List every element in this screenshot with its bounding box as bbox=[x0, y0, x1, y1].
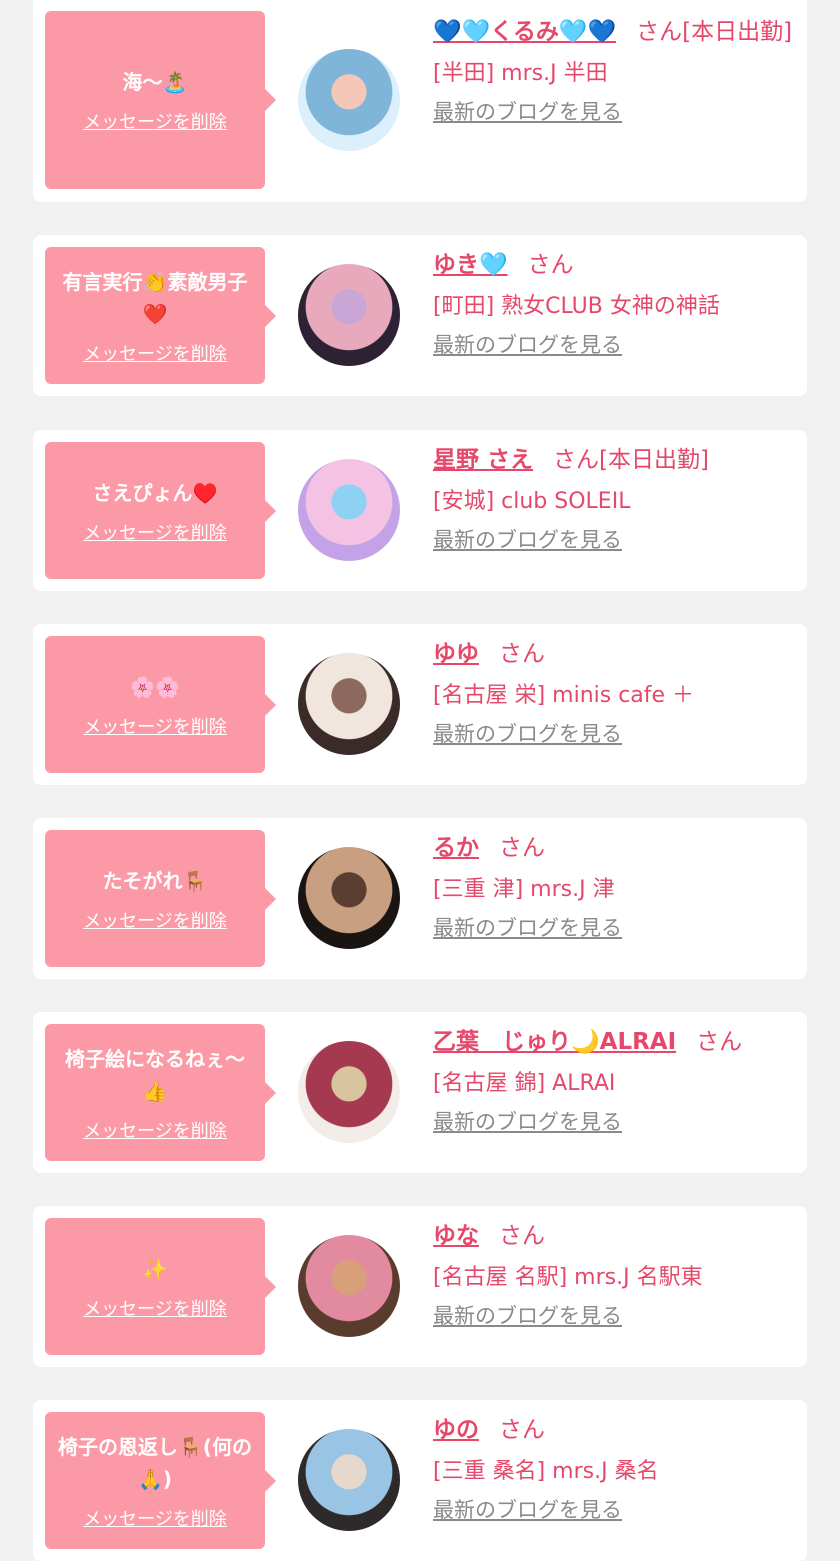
shop-name: [半田] mrs.J 半田 bbox=[433, 61, 608, 86]
cast-info: 💙🩵くるみ🩵💙 さん[本日出勤] [半田] mrs.J 半田 最新のブログを見る bbox=[433, 12, 799, 126]
message-bubble: 椅子絵になるねぇ〜👍 メッセージを削除 bbox=[45, 1024, 276, 1161]
message-card: 有言実行👏素敵男子❤️ メッセージを削除 ゆき🩵 さん [町田] 熟女CLUB 女… bbox=[33, 235, 807, 396]
message-card: 🌸🌸 メッセージを削除 ゆゆ さん [名古屋 栄] minis cafe ＋ 最新… bbox=[33, 624, 807, 785]
message-card: さえぴょん♥️ メッセージを削除 星野 さえ さん[本日出勤] [安城] club… bbox=[33, 430, 807, 591]
cast-name-line: 💙🩵くるみ🩵💙 さん[本日出勤] bbox=[433, 12, 799, 52]
latest-blog-link[interactable]: 最新のブログを見る bbox=[433, 524, 799, 554]
cast-name-link[interactable]: ゆの bbox=[433, 1417, 479, 1443]
cast-name-line: 星野 さえ さん[本日出勤] bbox=[433, 440, 799, 480]
honorific: さん bbox=[527, 252, 574, 278]
cast-info: ゆの さん [三重 桑名] mrs.J 桑名 最新のブログを見る bbox=[433, 1410, 799, 1524]
honorific: さん bbox=[499, 835, 545, 861]
avatar[interactable] bbox=[298, 264, 400, 366]
message-text: たそがれ🪑 bbox=[102, 868, 208, 893]
avatar[interactable] bbox=[298, 1429, 400, 1531]
honorific: さん bbox=[696, 1029, 743, 1055]
message-text: 有言実行👏素敵男子❤️ bbox=[62, 269, 248, 326]
message-text: 海〜🏝️ bbox=[122, 70, 188, 94]
shop-name: [名古屋 栄] minis cafe ＋ bbox=[433, 683, 695, 708]
cast-name-link[interactable]: るか bbox=[433, 835, 479, 861]
message-card: 海〜🏝️ メッセージを削除 💙🩵くるみ🩵💙 さん[本日出勤] [半田] mrs.J… bbox=[33, 0, 807, 202]
avatar[interactable] bbox=[298, 847, 400, 949]
message-bubble: たそがれ🪑 メッセージを削除 bbox=[45, 830, 276, 967]
delete-message-link[interactable]: メッセージを削除 bbox=[83, 713, 227, 739]
message-bubble: 有言実行👏素敵男子❤️ メッセージを削除 bbox=[45, 247, 276, 384]
honorific: さん bbox=[499, 1417, 545, 1443]
message-bubble: 海〜🏝️ メッセージを削除 bbox=[45, 11, 276, 189]
cast-name-link[interactable]: 星野 さえ bbox=[433, 447, 533, 473]
shop-name: [三重 津] mrs.J 津 bbox=[433, 877, 615, 902]
shop-name: [三重 桑名] mrs.J 桑名 bbox=[433, 1459, 659, 1484]
cast-info: 乙葉 じゅり🌙ALRAI さん [名古屋 錦] ALRAI 最新のブログを見る bbox=[433, 1022, 799, 1136]
avatar[interactable] bbox=[298, 459, 400, 561]
avatar[interactable] bbox=[298, 1235, 400, 1337]
avatar[interactable] bbox=[298, 1041, 400, 1143]
message-bubble: ✨ メッセージを削除 bbox=[45, 1218, 276, 1355]
delete-message-link[interactable]: メッセージを削除 bbox=[83, 340, 227, 366]
cast-name-link[interactable]: ゆゆ bbox=[433, 641, 479, 667]
cast-name-line: ゆゆ さん bbox=[433, 634, 799, 674]
delete-message-link[interactable]: メッセージを削除 bbox=[83, 1117, 227, 1143]
message-text: ✨ bbox=[142, 1256, 168, 1281]
delete-message-link[interactable]: メッセージを削除 bbox=[83, 108, 227, 134]
avatar[interactable] bbox=[298, 49, 400, 151]
cast-name-line: ゆの さん bbox=[433, 1410, 799, 1450]
message-card: たそがれ🪑 メッセージを削除 るか さん [三重 津] mrs.J 津 最新のブロ… bbox=[33, 818, 807, 979]
cast-info: ゆな さん [名古屋 名駅] mrs.J 名駅東 最新のブログを見る bbox=[433, 1216, 799, 1330]
message-text: 椅子絵になるねぇ〜👍 bbox=[65, 1046, 245, 1103]
cast-name-link[interactable]: ゆき🩵 bbox=[433, 252, 508, 278]
cast-info: るか さん [三重 津] mrs.J 津 最新のブログを見る bbox=[433, 828, 799, 942]
latest-blog-link[interactable]: 最新のブログを見る bbox=[433, 96, 799, 126]
honorific: さん[本日出勤] bbox=[636, 19, 793, 45]
message-text: さえぴょん♥️ bbox=[92, 480, 218, 505]
avatar[interactable] bbox=[298, 653, 400, 755]
cast-info: ゆき🩵 さん [町田] 熟女CLUB 女神の神話 最新のブログを見る bbox=[433, 245, 799, 359]
cast-name-line: 乙葉 じゅり🌙ALRAI さん bbox=[433, 1022, 799, 1062]
honorific: さん[本日出勤] bbox=[553, 447, 709, 473]
cast-name-link[interactable]: ゆな bbox=[433, 1223, 479, 1249]
delete-message-link[interactable]: メッセージを削除 bbox=[83, 519, 227, 545]
message-bubble: 椅子の恩返し🪑(何の🙏) メッセージを削除 bbox=[45, 1412, 276, 1549]
latest-blog-link[interactable]: 最新のブログを見る bbox=[433, 329, 799, 359]
cast-info: ゆゆ さん [名古屋 栄] minis cafe ＋ 最新のブログを見る bbox=[433, 634, 799, 748]
latest-blog-link[interactable]: 最新のブログを見る bbox=[433, 912, 799, 942]
shop-name: [町田] 熟女CLUB 女神の神話 bbox=[433, 294, 720, 319]
shop-name: [名古屋 名駅] mrs.J 名駅東 bbox=[433, 1265, 703, 1290]
message-card: 椅子の恩返し🪑(何の🙏) メッセージを削除 ゆの さん [三重 桑名] mrs.J… bbox=[33, 1400, 807, 1561]
cast-info: 星野 さえ さん[本日出勤] [安城] club SOLEIL 最新のブログを見る bbox=[433, 440, 799, 554]
message-text: 椅子の恩返し🪑(何の🙏) bbox=[57, 1434, 253, 1491]
cast-name-link[interactable]: 💙🩵くるみ🩵💙 bbox=[433, 19, 616, 45]
cast-name-link[interactable]: 乙葉 じゅり🌙ALRAI bbox=[433, 1029, 676, 1055]
shop-name: [名古屋 錦] ALRAI bbox=[433, 1071, 616, 1096]
latest-blog-link[interactable]: 最新のブログを見る bbox=[433, 1106, 799, 1136]
latest-blog-link[interactable]: 最新のブログを見る bbox=[433, 1300, 799, 1330]
message-bubble: 🌸🌸 メッセージを削除 bbox=[45, 636, 276, 773]
delete-message-link[interactable]: メッセージを削除 bbox=[83, 1295, 227, 1321]
cast-name-line: るか さん bbox=[433, 828, 799, 868]
message-card: 椅子絵になるねぇ〜👍 メッセージを削除 乙葉 じゅり🌙ALRAI さん [名古屋 … bbox=[33, 1012, 807, 1173]
cast-name-line: ゆな さん bbox=[433, 1216, 799, 1256]
honorific: さん bbox=[499, 641, 545, 667]
message-bubble: さえぴょん♥️ メッセージを削除 bbox=[45, 442, 276, 579]
message-text: 🌸🌸 bbox=[130, 674, 180, 699]
shop-name: [安城] club SOLEIL bbox=[433, 489, 631, 514]
delete-message-link[interactable]: メッセージを削除 bbox=[83, 907, 227, 933]
delete-message-link[interactable]: メッセージを削除 bbox=[83, 1505, 227, 1531]
message-card: ✨ メッセージを削除 ゆな さん [名古屋 名駅] mrs.J 名駅東 最新のブロ… bbox=[33, 1206, 807, 1367]
latest-blog-link[interactable]: 最新のブログを見る bbox=[433, 1494, 799, 1524]
cast-name-line: ゆき🩵 さん bbox=[433, 245, 799, 285]
honorific: さん bbox=[499, 1223, 545, 1249]
latest-blog-link[interactable]: 最新のブログを見る bbox=[433, 718, 799, 748]
